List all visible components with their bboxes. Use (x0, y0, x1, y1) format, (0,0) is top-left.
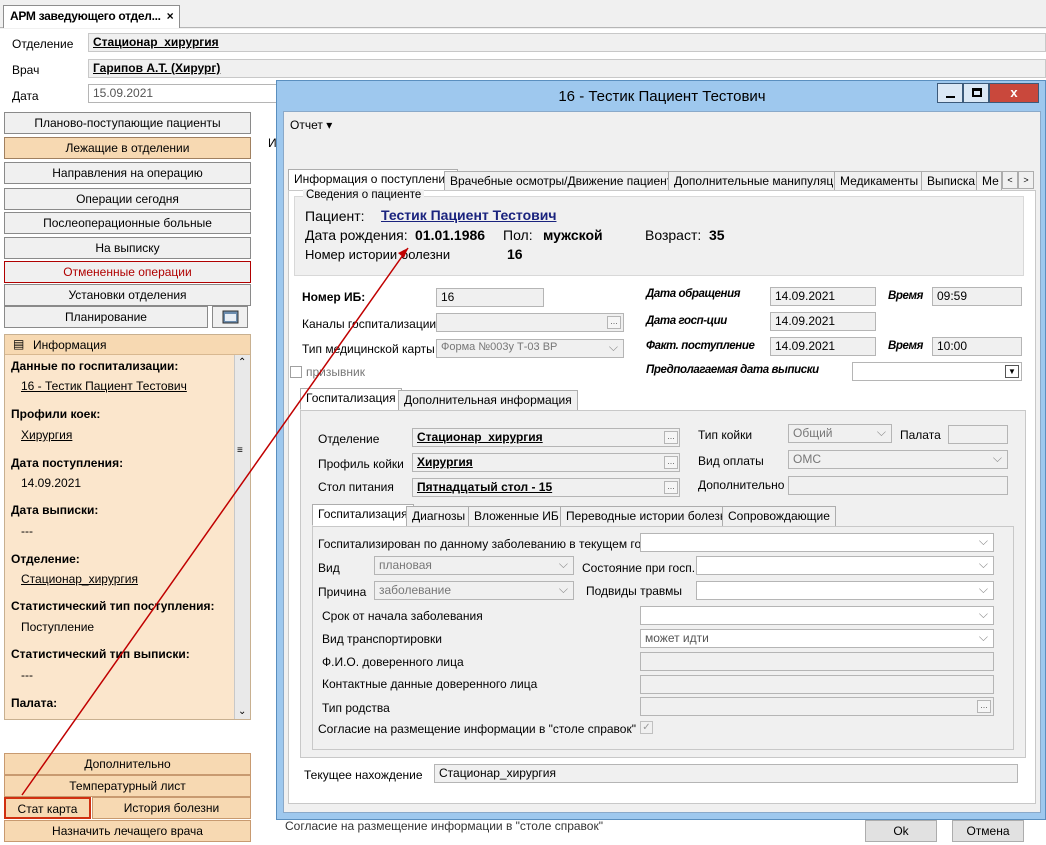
annotation-arrow (21, 247, 409, 796)
